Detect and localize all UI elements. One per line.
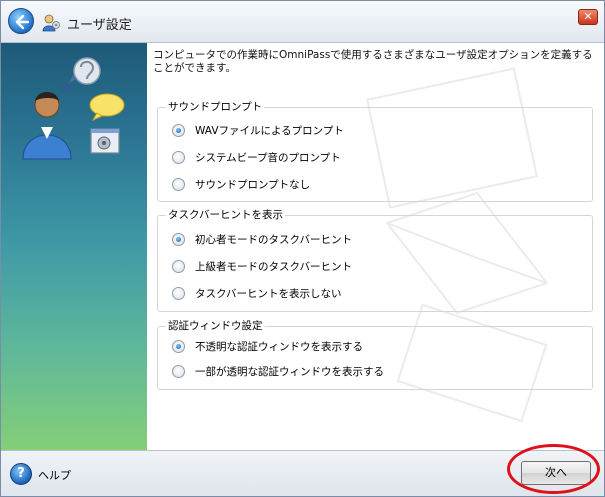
option-label: 不透明な認証ウィンドウを表示する xyxy=(195,340,363,353)
option-transparent-window[interactable]: 一部が透明な認証ウィンドウを表示する xyxy=(172,364,384,378)
option-label: 一部が透明な認証ウィンドウを表示する xyxy=(195,365,384,378)
description-text: コンピュータでの作業時にOmniPassで使用するさまざまなユーザ設定オプション… xyxy=(153,49,593,74)
option-label: WAVファイルによるプロンプト xyxy=(195,124,344,137)
user-settings-icon xyxy=(42,14,60,32)
user-settings-illustration-icon xyxy=(22,57,125,160)
radio-button[interactable] xyxy=(172,150,185,164)
option-opaque-window[interactable]: 不透明な認証ウィンドウを表示する xyxy=(172,339,363,353)
radio-button[interactable] xyxy=(172,364,185,378)
radio-button[interactable] xyxy=(172,177,185,191)
option-advanced-hints[interactable]: 上級者モードのタスクバーヒント xyxy=(172,259,352,273)
auth-window-group: 認証ウィンドウ設定 不透明な認証ウィンドウを表示する 一部が透明な認証ウィンドウ… xyxy=(157,320,593,390)
option-label: サウンドプロンプトなし xyxy=(195,178,311,191)
option-label: 上級者モードのタスクバーヒント xyxy=(195,260,352,273)
group-title: サウンドプロンプト xyxy=(166,101,265,114)
close-icon: ✕ xyxy=(583,10,593,23)
sound-prompt-group: サウンドプロンプト WAVファイルによるプロンプト システムビープ音のプロンプト… xyxy=(157,101,593,202)
taskbar-hint-group: タスクバーヒントを表示 初心者モードのタスクバーヒント 上級者モードのタスクバー… xyxy=(157,209,593,312)
help-button[interactable]: ? xyxy=(10,463,32,485)
back-arrow-icon xyxy=(15,14,30,30)
radio-button[interactable] xyxy=(172,286,185,300)
user-settings-window: ユーザ設定 ✕ コンピュータでの作業時にOmniPassで使用するさまざまなユー… xyxy=(0,0,605,497)
window-title: ユーザ設定 xyxy=(67,18,132,33)
option-label: 初心者モードのタスクバーヒント xyxy=(195,233,352,246)
radio-button[interactable] xyxy=(172,339,185,353)
radio-button[interactable] xyxy=(172,123,185,137)
option-label: システムビープ音のプロンプト xyxy=(195,151,341,164)
radio-button[interactable] xyxy=(172,259,185,273)
radio-button[interactable] xyxy=(172,232,185,246)
option-beep-prompt[interactable]: システムビープ音のプロンプト xyxy=(172,150,341,164)
option-no-hints[interactable]: タスクバーヒントを表示しない xyxy=(172,286,341,300)
close-button[interactable]: ✕ xyxy=(578,9,598,25)
option-label: タスクバーヒントを表示しない xyxy=(195,287,342,300)
highlight-circle xyxy=(507,444,600,494)
left-banner xyxy=(1,43,147,450)
group-title: タスクバーヒントを表示 xyxy=(166,209,285,222)
help-icon: ? xyxy=(17,466,25,481)
help-label[interactable]: ヘルプ xyxy=(38,467,71,483)
back-button[interactable] xyxy=(8,8,34,34)
option-beginner-hints[interactable]: 初心者モードのタスクバーヒント xyxy=(172,232,352,246)
option-no-sound[interactable]: サウンドプロンプトなし xyxy=(172,177,310,191)
group-title: 認証ウィンドウ設定 xyxy=(166,320,265,333)
main-content: コンピュータでの作業時にOmniPassで使用するさまざまなユーザ設定オプション… xyxy=(147,43,604,450)
option-wav-prompt[interactable]: WAVファイルによるプロンプト xyxy=(172,123,344,137)
title-bar: ユーザ設定 ✕ xyxy=(1,1,604,43)
